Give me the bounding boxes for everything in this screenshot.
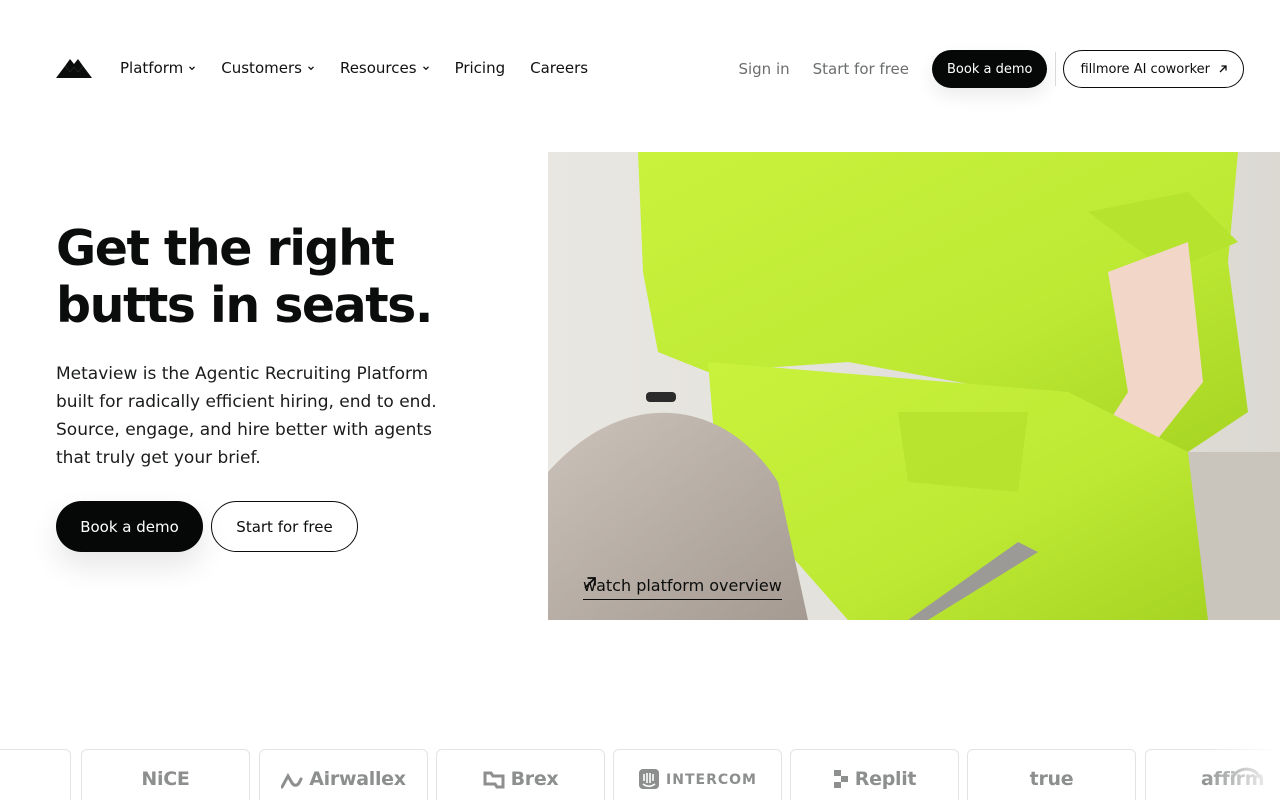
intercom-icon: [639, 769, 660, 789]
primary-nav: Platform Customers Resources Pricing Car…: [120, 56, 588, 80]
logo-card-airwallex: Airwallex: [259, 749, 428, 800]
chevron-down-icon: [189, 66, 196, 71]
ai-coworker-button[interactable]: fillmore AI coworker: [1063, 50, 1244, 88]
hero-book-demo-button[interactable]: Book a demo: [56, 501, 203, 552]
nav-actions: Sign in Start for free Book a demo fillm…: [738, 50, 1244, 88]
logo-card-nice: NiCE: [81, 749, 250, 800]
nav-customers[interactable]: Customers: [221, 59, 315, 77]
replit-icon: [833, 770, 848, 788]
book-demo-button[interactable]: Book a demo: [932, 50, 1048, 88]
hero-title-line1: Get the right: [56, 220, 395, 277]
brex-icon: [483, 771, 505, 789]
nav-platform-label: Platform: [120, 59, 184, 77]
nav-pricing[interactable]: Pricing: [455, 59, 506, 77]
chevron-down-icon: [422, 66, 429, 71]
hero-subtitle: Metaview is the Agentic Recruiting Platf…: [56, 364, 437, 468]
logo-card-intercom: INTERCOM: [613, 749, 782, 800]
logo-true: true: [1029, 768, 1074, 790]
ai-coworker-label: fillmore AI coworker: [1080, 61, 1210, 77]
logo-nice: NiCE: [141, 768, 190, 790]
chevron-down-icon: [307, 66, 314, 71]
logo-airwallex: Airwallex: [309, 768, 406, 790]
watch-overview-label: watch platform overview: [583, 576, 782, 595]
nav-resources-label: Resources: [339, 59, 417, 77]
arrow-up-right-icon: [1219, 65, 1227, 73]
nav-careers-label: Careers: [530, 59, 589, 77]
customer-logo-strip: NiCE Airwallex Brex INTERCOM Replit true…: [0, 748, 1280, 800]
nav-resources[interactable]: Resources: [340, 59, 430, 77]
metaview-logo-icon[interactable]: [56, 58, 92, 80]
watch-overview-link[interactable]: watch platform overview: [583, 576, 782, 600]
hero-illustration: [548, 152, 1280, 620]
nav-platform[interactable]: Platform: [120, 59, 196, 77]
top-nav: Platform Customers Resources Pricing Car…: [0, 0, 1280, 136]
logo-intercom: INTERCOM: [666, 772, 757, 788]
logo-card-replit: Replit: [790, 749, 959, 800]
nav-divider: [1055, 52, 1057, 86]
arrow-up-right-icon: [584, 577, 596, 589]
logo-brex: Brex: [510, 768, 559, 790]
logo-replit: Replit: [854, 768, 917, 790]
logo-card-partial: [0, 749, 71, 800]
logo-card-true: true: [967, 749, 1136, 800]
nav-careers[interactable]: Careers: [530, 59, 588, 77]
logo-card-brex: Brex: [436, 749, 605, 800]
nav-pricing-label: Pricing: [454, 59, 506, 77]
airwallex-icon: [281, 773, 303, 789]
nav-customers-label: Customers: [221, 59, 302, 77]
logo-strip-fade: [1200, 748, 1280, 800]
hero-title: Get the right butts in seats.: [56, 220, 516, 334]
hero-start-free-button[interactable]: Start for free: [211, 501, 358, 552]
hero-title-line2: butts in seats.: [56, 277, 433, 334]
start-free-link[interactable]: Start for free: [813, 60, 909, 78]
sign-in-link[interactable]: Sign in: [738, 60, 789, 78]
hero-image: watch platform overview: [548, 152, 1280, 620]
